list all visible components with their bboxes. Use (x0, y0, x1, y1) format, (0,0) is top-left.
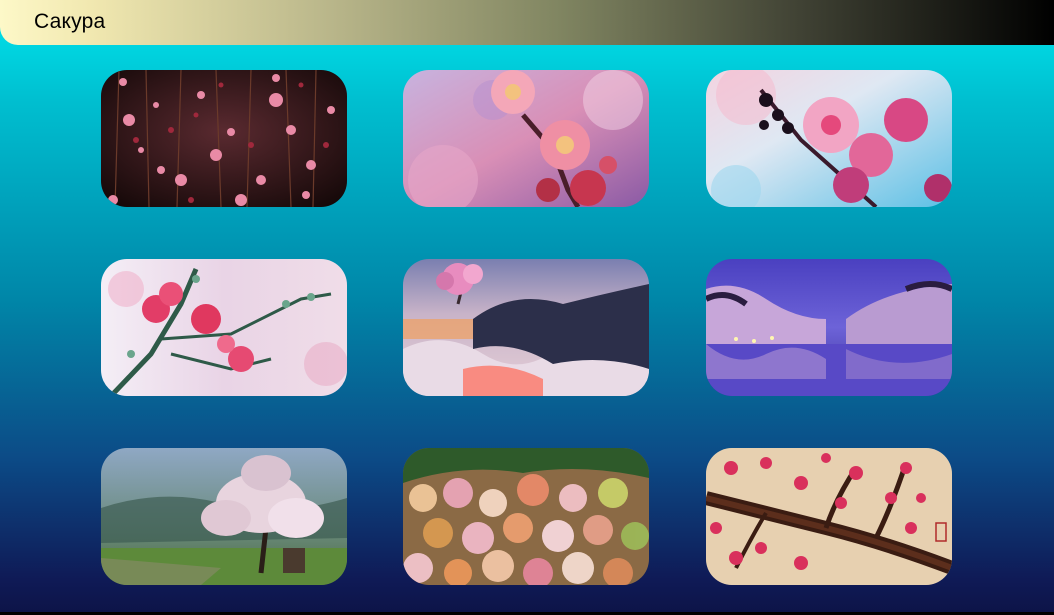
gallery-image-6[interactable] (706, 259, 952, 396)
gallery-image-2[interactable] (403, 70, 649, 207)
gallery-image-1[interactable] (101, 70, 347, 207)
gallery-image-5[interactable] (403, 259, 649, 396)
gallery-image-4[interactable] (101, 259, 347, 396)
gallery-image-3[interactable] (706, 70, 952, 207)
gallery-image-9[interactable] (706, 448, 952, 585)
gallery-image-7[interactable] (101, 448, 347, 585)
page-title: Сакура (34, 10, 106, 33)
gallery-image-8[interactable] (403, 448, 649, 585)
header-bar: Сакура (0, 0, 1054, 45)
